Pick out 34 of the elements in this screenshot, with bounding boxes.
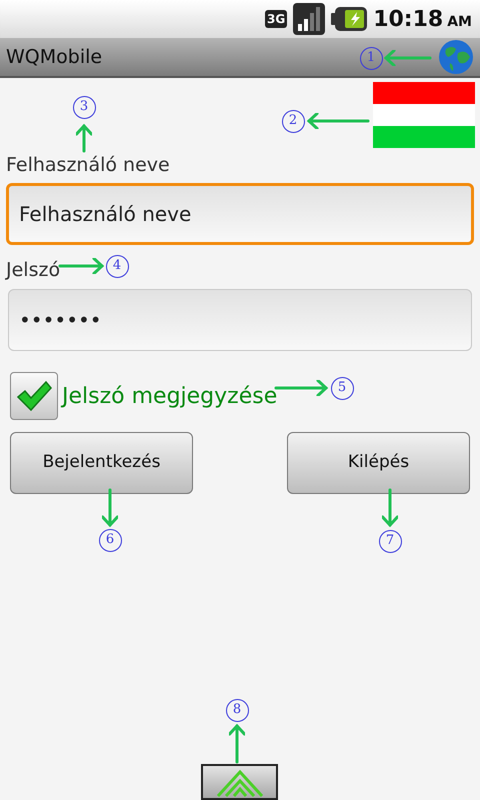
callout-arrow xyxy=(384,50,432,66)
callout-arrow xyxy=(102,488,118,528)
callout-arrow xyxy=(76,124,92,152)
callout-arrow xyxy=(274,380,328,396)
remember-label: Jelszó megjegyzése xyxy=(62,382,278,410)
callout-number: 4 xyxy=(106,254,128,278)
login-button[interactable]: Bejelentkezés xyxy=(10,432,193,494)
callout-number: 8 xyxy=(226,698,248,722)
callout-arrow xyxy=(229,724,245,764)
callout-arrow xyxy=(382,488,398,528)
username-field[interactable]: Felhasználó neve xyxy=(6,183,474,245)
callout-number: 5 xyxy=(330,376,354,400)
password-field[interactable]: ••••••• xyxy=(8,289,472,351)
callout-number: 7 xyxy=(378,530,402,552)
app-title: WQMobile xyxy=(6,44,102,70)
callout-number: 1 xyxy=(360,46,382,70)
callout-number: 6 xyxy=(98,528,122,552)
drawer-handle[interactable] xyxy=(201,764,278,800)
check-icon xyxy=(16,380,52,412)
callout-number: 3 xyxy=(72,96,96,118)
clock-time: 10:18 xyxy=(373,6,444,34)
callout-number: 2 xyxy=(282,110,304,132)
exit-button[interactable]: Kilépés xyxy=(287,432,470,494)
clock-meridiem: AM xyxy=(447,12,472,32)
callout-arrow xyxy=(306,113,370,129)
chevron-up-icon xyxy=(216,768,264,798)
field-label: Jelszó xyxy=(6,258,60,283)
field-label: Felhasználó neve xyxy=(6,153,171,178)
callout-arrow xyxy=(58,258,104,274)
remember-checkbox[interactable] xyxy=(10,372,58,420)
network-type-label: 3G xyxy=(264,10,288,28)
flag-icon[interactable] xyxy=(373,82,475,148)
signal-icon xyxy=(293,3,326,35)
battery-icon xyxy=(331,7,368,31)
